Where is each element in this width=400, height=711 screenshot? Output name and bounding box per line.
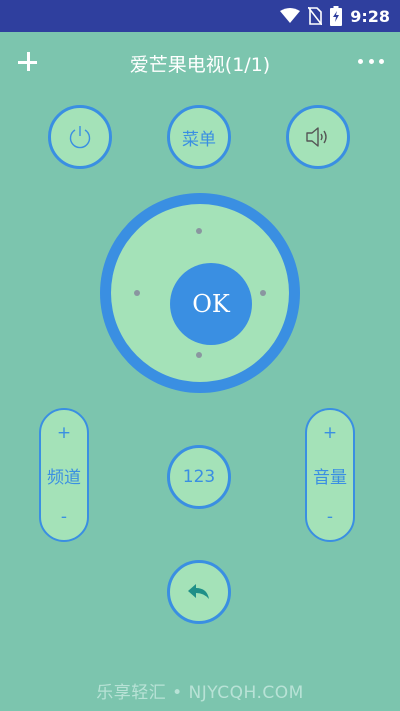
power-icon [69, 126, 91, 149]
channel-down-button[interactable]: - [61, 508, 67, 526]
volume-up-button[interactable]: + [323, 424, 337, 442]
channel-label: 频道 [47, 467, 81, 488]
dpad: OK [100, 193, 300, 393]
volume-icon [306, 127, 327, 147]
battery-icon [330, 6, 343, 26]
menu-label: 菜单 [182, 129, 216, 150]
no-sim-icon [308, 7, 323, 25]
menu-button[interactable]: 菜单 [167, 105, 231, 169]
channel-up-button[interactable]: + [57, 424, 71, 442]
status-bar: 9:28 [0, 0, 400, 32]
volume-label: 音量 [313, 467, 347, 488]
wifi-icon [280, 8, 301, 23]
dpad-up[interactable] [196, 228, 202, 234]
numpad-button[interactable]: 123 [167, 445, 231, 509]
dpad-right[interactable] [260, 290, 266, 296]
back-button[interactable] [167, 560, 231, 624]
power-button[interactable] [48, 105, 112, 169]
back-arrow-icon [188, 584, 209, 599]
page-title: 爱芒果电视(1/1) [129, 54, 271, 76]
more-icon[interactable] [358, 56, 384, 66]
volume-down-button[interactable]: - [327, 508, 333, 526]
channel-control: + 频道 - [39, 408, 89, 542]
watermark: 乐享轻汇 • NJYCQH.COM [96, 683, 304, 703]
ok-button[interactable]: OK [170, 263, 252, 345]
mute-button[interactable] [286, 105, 350, 169]
dpad-down[interactable] [196, 352, 202, 358]
app-bar: 爱芒果电视(1/1) [0, 32, 400, 96]
dpad-left[interactable] [134, 290, 140, 296]
status-time: 9:28 [350, 6, 390, 26]
numpad-label: 123 [182, 467, 216, 487]
volume-control: + 音量 - [305, 408, 355, 542]
